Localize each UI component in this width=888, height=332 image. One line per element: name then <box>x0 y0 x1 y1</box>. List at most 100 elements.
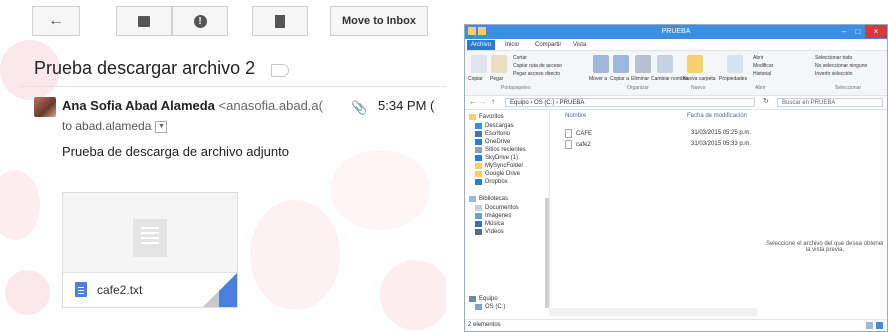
nav-equipo[interactable]: Equipo <box>469 296 498 302</box>
up-arrow-icon[interactable]: ↑ <box>491 97 495 106</box>
nav-escritorio[interactable]: Escritorio <box>475 131 510 137</box>
back-arrow-icon[interactable]: ← <box>469 97 477 106</box>
details-view-icon[interactable] <box>866 322 873 329</box>
background-decoration <box>380 260 446 330</box>
tab-inicio[interactable]: Inicio <box>501 40 523 50</box>
column-header-name[interactable]: Nombre <box>565 113 586 119</box>
seleccionar-todo-button[interactable]: Seleccionar todo <box>815 55 852 61</box>
copy-icon[interactable] <box>471 55 487 73</box>
arrow-back-icon: ← <box>48 12 64 29</box>
cloud-icon <box>475 139 482 145</box>
nav-imagenes[interactable]: Imágenes <box>475 213 511 219</box>
invertir-seleccion-button[interactable]: Invertir selección <box>815 71 853 77</box>
move-to-icon[interactable] <box>593 55 609 73</box>
large-icons-view-icon[interactable] <box>876 322 883 329</box>
folder-icon <box>475 163 482 169</box>
music-icon <box>475 221 482 227</box>
copy-to-icon[interactable] <box>613 55 629 73</box>
sender-name[interactable]: Ana Sofia Abad Alameda <box>62 98 215 113</box>
mover-a-button[interactable]: Mover a <box>589 76 607 82</box>
nav-onedrive[interactable]: OneDrive <box>475 139 510 145</box>
sender-avatar[interactable] <box>34 97 56 117</box>
abrir-button[interactable]: Abrir <box>753 55 764 61</box>
new-folder-icon[interactable] <box>687 55 703 73</box>
nav-google-drive[interactable]: Google Drive <box>475 171 520 177</box>
nav-favoritos[interactable]: Favoritos <box>469 114 504 120</box>
nav-os-c[interactable]: OS (C:) <box>475 304 505 310</box>
horizontal-scrollbar[interactable] <box>549 308 757 316</box>
pegar-button[interactable]: Pegar <box>490 76 503 82</box>
minimize-button[interactable]: – <box>837 25 851 38</box>
tab-archivo[interactable]: Archivo <box>467 40 496 50</box>
report-spam-icon: ! <box>193 14 207 28</box>
nav-sitios-recientes[interactable]: Sitios recientes <box>475 147 526 153</box>
refresh-icon[interactable]: ↻ <box>763 97 769 105</box>
attachment-filename[interactable]: cafe2.txt <box>97 283 142 297</box>
file-name: cafe2 <box>576 142 591 149</box>
gmail-message-view: ← ! Move to Inbox Prueba descargar archi… <box>0 0 446 332</box>
nav-scrollbar[interactable] <box>545 198 549 308</box>
report-spam-button[interactable]: ! <box>172 6 228 36</box>
no-seleccionar-button[interactable]: No seleccionar ninguno <box>815 63 867 69</box>
text-file-icon <box>565 129 572 138</box>
nav-descargas[interactable]: Descargas <box>475 123 514 129</box>
file-row[interactable]: cafe2 31/03/2015 05:33 p.m. <box>565 140 751 149</box>
historial-button[interactable]: Historial <box>753 71 771 77</box>
properties-icon[interactable] <box>727 55 743 73</box>
move-to-inbox-button[interactable]: Move to Inbox <box>330 6 428 36</box>
nav-dropbox[interactable]: Dropbox <box>475 179 508 185</box>
attachment-footer: cafe2.txt <box>63 272 237 307</box>
maximize-button[interactable]: □ <box>851 25 865 38</box>
copiar-ruta-button[interactable]: Copiar ruta de acceso <box>513 63 562 69</box>
copiar-a-button[interactable]: Copiar a <box>610 76 629 82</box>
nav-mysyncfolder[interactable]: MySyncFolder <box>475 163 523 169</box>
group-portapapeles: Portapapeles <box>501 85 531 91</box>
eliminar-button[interactable]: Eliminar <box>631 76 649 82</box>
file-date: 31/03/2015 05:25 p.m. <box>691 130 752 136</box>
recipient-details-dropdown[interactable]: ▼ <box>155 120 168 133</box>
delete-button[interactable] <box>252 6 308 36</box>
download-folder-icon <box>475 123 482 129</box>
nav-videos[interactable]: Vídeos <box>475 229 504 235</box>
back-button[interactable]: ← <box>32 6 80 36</box>
preview-message: Seleccione el archivo del que desea obte… <box>765 241 885 253</box>
videos-icon <box>475 229 482 235</box>
tab-vista[interactable]: Vista <box>569 40 590 50</box>
archive-button[interactable] <box>116 6 172 36</box>
page-fold-icon <box>203 291 219 307</box>
pictures-icon <box>475 213 482 219</box>
drive-icon <box>475 304 482 310</box>
file-row[interactable]: CAFE 31/03/2015 05:25 p.m. <box>565 129 751 138</box>
group-organizar: Organizar <box>627 85 649 91</box>
star-icon <box>469 114 476 120</box>
column-header-date[interactable]: Fecha de modificación <box>687 113 747 119</box>
modificar-button[interactable]: Modificar <box>753 63 773 69</box>
tab-compartir[interactable]: Compartir <box>531 40 565 50</box>
copiar-button[interactable]: Copiar <box>468 76 483 82</box>
nav-musica[interactable]: Música <box>475 221 504 227</box>
preview-pane: Seleccione el archivo del que desea obte… <box>757 110 887 306</box>
background-decoration <box>5 270 50 315</box>
close-button[interactable]: × <box>865 25 887 38</box>
file-list: Nombre Fecha de modificación CAFE 31/03/… <box>561 110 751 306</box>
nav-bibliotecas[interactable]: Bibliotecas <box>469 196 508 202</box>
address-bar[interactable]: Equipo › OS (C:) › PRUEBA <box>505 98 755 107</box>
nueva-carpeta-button[interactable]: Nueva carpeta <box>683 76 716 82</box>
documents-icon <box>475 205 482 211</box>
pegar-acceso-button[interactable]: Pegar acceso directo <box>513 71 560 77</box>
background-decoration <box>250 200 340 310</box>
desktop-icon <box>475 131 482 137</box>
delete-x-icon[interactable] <box>635 55 651 73</box>
forward-arrow-icon[interactable]: → <box>479 97 487 106</box>
paste-icon[interactable] <box>491 55 507 73</box>
attachment-card[interactable]: cafe2.txt <box>62 192 238 308</box>
title-bar[interactable]: PRUEBA – □ × <box>465 25 887 39</box>
search-input[interactable]: Buscar en PRUEBA <box>777 98 883 107</box>
label-icon[interactable] <box>271 64 289 77</box>
cortar-button[interactable]: Cortar <box>513 55 527 61</box>
nav-documentos[interactable]: Documentos <box>475 205 519 211</box>
nav-skydrive[interactable]: SkyDrive (1) <box>475 155 518 161</box>
propiedades-button[interactable]: Propiedades <box>719 76 747 82</box>
text-file-icon <box>565 140 572 149</box>
rename-icon[interactable] <box>657 55 673 73</box>
